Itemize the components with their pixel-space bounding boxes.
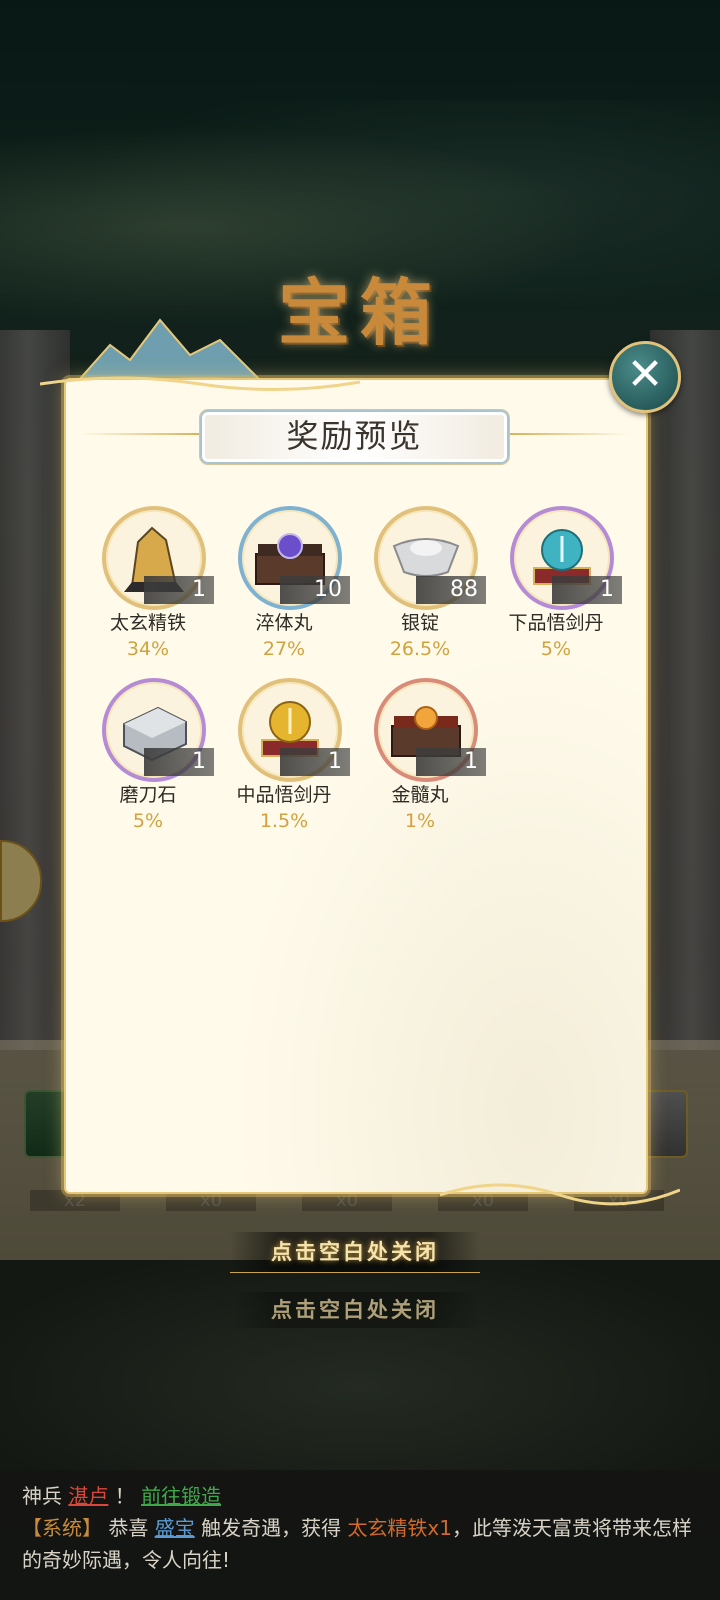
item-percent: 1%	[404, 810, 436, 832]
banner-divider	[80, 433, 200, 435]
item-percent: 5%	[540, 638, 572, 660]
reward-item[interactable]: 1 磨刀石 5%	[68, 678, 214, 848]
reward-item[interactable]: 10 淬体丸 27%	[204, 506, 350, 676]
gold-wave-decoration-icon	[40, 376, 361, 392]
item-name: 下品悟剑丹	[508, 612, 604, 634]
chat-text: 触发奇遇，获得	[201, 1516, 342, 1540]
system-tag: 【系统】	[22, 1516, 102, 1540]
panel-heading: 奖励预览	[286, 417, 423, 455]
gold-wave-decoration-icon	[440, 1183, 680, 1206]
item-count: 1	[416, 748, 486, 776]
close-hint[interactable]: 点击空白处关闭	[230, 1232, 480, 1273]
forge-link[interactable]: 前往锻造	[141, 1484, 221, 1508]
item-count: 1	[552, 576, 622, 604]
player-link[interactable]: 盛宝	[155, 1516, 195, 1540]
close-hint-secondary: 点击空白处关闭	[230, 1292, 480, 1328]
chat-punct: ！	[114, 1484, 135, 1508]
banner-divider	[510, 433, 630, 435]
reward-item[interactable]: 1 太玄精铁 34%	[68, 506, 214, 676]
reward-item[interactable]: 1 中品悟剑丹 1.5%	[204, 678, 350, 848]
item-link[interactable]: 太玄精铁x1	[347, 1516, 452, 1540]
reward-item[interactable]: 1 下品悟剑丹 5%	[476, 506, 622, 676]
reward-item[interactable]: 88 银锭 26.5%	[340, 506, 486, 676]
chat-text: 恭喜	[108, 1516, 149, 1540]
heading-banner: 奖励预览	[200, 410, 509, 464]
chat-prefix: 神兵	[22, 1484, 62, 1508]
chat-line: 【系统】 恭喜 盛宝 触发奇遇，获得 太玄精铁x1，此等泼天富贵将带来怎样的奇妙…	[22, 1512, 700, 1576]
chat-line: 神兵 湛卢 ！ 前往锻造	[22, 1480, 221, 1509]
item-name: 金髓丸	[391, 784, 449, 806]
reward-item[interactable]: 1 金髓丸 1%	[340, 678, 486, 848]
close-button[interactable]: ✕	[609, 341, 681, 413]
system-chat: 神兵 湛卢 ！ 前往锻造 【系统】 恭喜 盛宝 触发奇遇，获得 太玄精铁x1，此…	[0, 1470, 720, 1600]
player-link[interactable]: 湛卢	[68, 1484, 108, 1508]
chest-title: 宝箱	[277, 270, 442, 355]
